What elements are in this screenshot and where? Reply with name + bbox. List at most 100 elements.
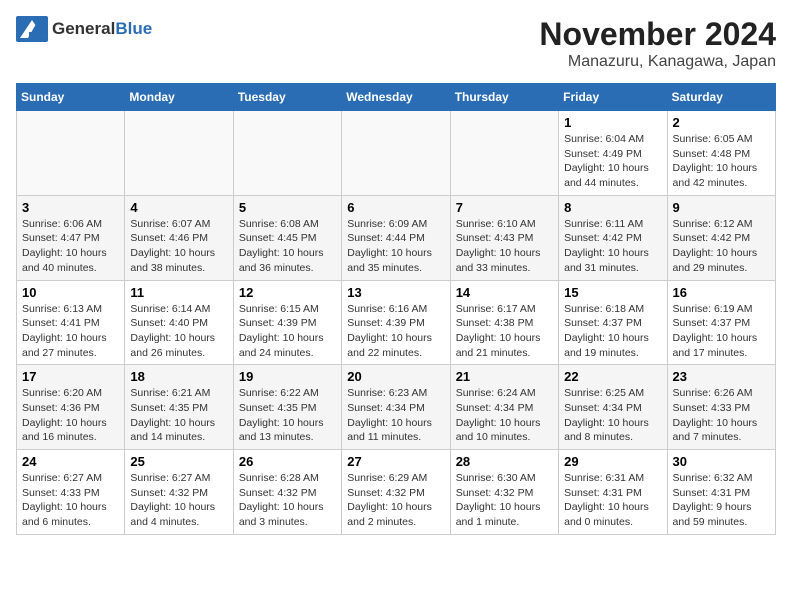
day-number: 3 [22, 200, 119, 215]
day-number: 22 [564, 369, 661, 384]
day-info: Sunrise: 6:28 AM Sunset: 4:32 PM Dayligh… [239, 471, 336, 530]
day-cell [450, 111, 558, 196]
day-cell [17, 111, 125, 196]
day-number: 29 [564, 454, 661, 469]
day-number: 19 [239, 369, 336, 384]
day-number: 11 [130, 285, 227, 300]
day-cell: 13 Sunrise: 6:16 AM Sunset: 4:39 PM Dayli… [342, 280, 450, 365]
day-cell: 14 Sunrise: 6:17 AM Sunset: 4:38 PM Dayli… [450, 280, 558, 365]
week-row-0: 1Sunrise: 6:04 AM Sunset: 4:49 PM Daylig… [17, 111, 776, 196]
day-number: 10 [22, 285, 119, 300]
week-row-4: 24 Sunrise: 6:27 AM Sunset: 4:33 PM Dayli… [17, 450, 776, 535]
day-info: Sunrise: 6:07 AM Sunset: 4:46 PM Dayligh… [130, 217, 227, 276]
day-number: 6 [347, 200, 444, 215]
day-number: 30 [673, 454, 770, 469]
day-number: 23 [673, 369, 770, 384]
day-cell: 24 Sunrise: 6:27 AM Sunset: 4:33 PM Dayli… [17, 450, 125, 535]
day-cell: 7 Sunrise: 6:10 AM Sunset: 4:43 PM Daylig… [450, 195, 558, 280]
header: GeneralBlue November 2024 Manazuru, Kana… [16, 16, 776, 71]
header-cell-saturday: Saturday [667, 84, 775, 111]
day-info: Sunrise: 6:14 AM Sunset: 4:40 PM Dayligh… [130, 302, 227, 361]
day-number: 7 [456, 200, 553, 215]
day-number: 28 [456, 454, 553, 469]
day-info: Sunrise: 6:29 AM Sunset: 4:32 PM Dayligh… [347, 471, 444, 530]
day-cell [125, 111, 233, 196]
day-cell: 21 Sunrise: 6:24 AM Sunset: 4:34 PM Dayli… [450, 365, 558, 450]
day-cell: 9 Sunrise: 6:12 AM Sunset: 4:42 PM Daylig… [667, 195, 775, 280]
day-number: 14 [456, 285, 553, 300]
day-number: 13 [347, 285, 444, 300]
logo-icon [16, 16, 48, 42]
day-cell: 29Sunrise: 6:31 AM Sunset: 4:31 PM Dayli… [559, 450, 667, 535]
day-cell: 18 Sunrise: 6:21 AM Sunset: 4:35 PM Dayli… [125, 365, 233, 450]
day-info: Sunrise: 6:27 AM Sunset: 4:33 PM Dayligh… [22, 471, 119, 530]
day-number: 26 [239, 454, 336, 469]
header-cell-friday: Friday [559, 84, 667, 111]
day-info: Sunrise: 6:06 AM Sunset: 4:47 PM Dayligh… [22, 217, 119, 276]
day-cell: 27Sunrise: 6:29 AM Sunset: 4:32 PM Dayli… [342, 450, 450, 535]
day-info: Sunrise: 6:21 AM Sunset: 4:35 PM Dayligh… [130, 386, 227, 445]
day-cell: 20 Sunrise: 6:23 AM Sunset: 4:34 PM Dayli… [342, 365, 450, 450]
day-number: 20 [347, 369, 444, 384]
day-cell: 11 Sunrise: 6:14 AM Sunset: 4:40 PM Dayli… [125, 280, 233, 365]
day-info: Sunrise: 6:13 AM Sunset: 4:41 PM Dayligh… [22, 302, 119, 361]
day-info: Sunrise: 6:09 AM Sunset: 4:44 PM Dayligh… [347, 217, 444, 276]
day-cell: 5 Sunrise: 6:08 AM Sunset: 4:45 PM Daylig… [233, 195, 341, 280]
day-info: Sunrise: 6:25 AM Sunset: 4:34 PM Dayligh… [564, 386, 661, 445]
header-cell-thursday: Thursday [450, 84, 558, 111]
day-cell: 2Sunrise: 6:05 AM Sunset: 4:48 PM Daylig… [667, 111, 775, 196]
day-info: Sunrise: 6:32 AM Sunset: 4:31 PM Dayligh… [673, 471, 770, 530]
day-info: Sunrise: 6:20 AM Sunset: 4:36 PM Dayligh… [22, 386, 119, 445]
day-cell: 26 Sunrise: 6:28 AM Sunset: 4:32 PM Dayli… [233, 450, 341, 535]
day-cell: 25 Sunrise: 6:27 AM Sunset: 4:32 PM Dayli… [125, 450, 233, 535]
day-number: 5 [239, 200, 336, 215]
day-number: 25 [130, 454, 227, 469]
day-number: 1 [564, 115, 661, 130]
week-row-2: 10 Sunrise: 6:13 AM Sunset: 4:41 PM Dayli… [17, 280, 776, 365]
day-cell: 23 Sunrise: 6:26 AM Sunset: 4:33 PM Dayli… [667, 365, 775, 450]
day-number: 9 [673, 200, 770, 215]
day-info: Sunrise: 6:15 AM Sunset: 4:39 PM Dayligh… [239, 302, 336, 361]
day-number: 8 [564, 200, 661, 215]
day-number: 24 [22, 454, 119, 469]
logo-blue: Blue [115, 19, 152, 38]
day-cell [233, 111, 341, 196]
day-number: 12 [239, 285, 336, 300]
day-info: Sunrise: 6:17 AM Sunset: 4:38 PM Dayligh… [456, 302, 553, 361]
day-cell: 10 Sunrise: 6:13 AM Sunset: 4:41 PM Dayli… [17, 280, 125, 365]
day-info: Sunrise: 6:26 AM Sunset: 4:33 PM Dayligh… [673, 386, 770, 445]
day-info: Sunrise: 6:24 AM Sunset: 4:34 PM Dayligh… [456, 386, 553, 445]
day-cell: 19 Sunrise: 6:22 AM Sunset: 4:35 PM Dayli… [233, 365, 341, 450]
calendar-title: November 2024 [539, 16, 776, 53]
day-info: Sunrise: 6:19 AM Sunset: 4:37 PM Dayligh… [673, 302, 770, 361]
day-info: Sunrise: 6:10 AM Sunset: 4:43 PM Dayligh… [456, 217, 553, 276]
day-cell: 22 Sunrise: 6:25 AM Sunset: 4:34 PM Dayli… [559, 365, 667, 450]
logo: GeneralBlue [16, 16, 152, 42]
day-cell: 30 Sunrise: 6:32 AM Sunset: 4:31 PM Dayli… [667, 450, 775, 535]
day-info: Sunrise: 6:27 AM Sunset: 4:32 PM Dayligh… [130, 471, 227, 530]
day-cell: 4Sunrise: 6:07 AM Sunset: 4:46 PM Daylig… [125, 195, 233, 280]
day-info: Sunrise: 6:08 AM Sunset: 4:45 PM Dayligh… [239, 217, 336, 276]
day-info: Sunrise: 6:23 AM Sunset: 4:34 PM Dayligh… [347, 386, 444, 445]
day-number: 18 [130, 369, 227, 384]
header-row: SundayMondayTuesdayWednesdayThursdayFrid… [17, 84, 776, 111]
day-cell: 15Sunrise: 6:18 AM Sunset: 4:37 PM Dayli… [559, 280, 667, 365]
day-cell: 3 Sunrise: 6:06 AM Sunset: 4:47 PM Daylig… [17, 195, 125, 280]
day-info: Sunrise: 6:22 AM Sunset: 4:35 PM Dayligh… [239, 386, 336, 445]
day-info: Sunrise: 6:12 AM Sunset: 4:42 PM Dayligh… [673, 217, 770, 276]
day-info: Sunrise: 6:16 AM Sunset: 4:39 PM Dayligh… [347, 302, 444, 361]
week-row-1: 3 Sunrise: 6:06 AM Sunset: 4:47 PM Daylig… [17, 195, 776, 280]
calendar-subtitle: Manazuru, Kanagawa, Japan [539, 53, 776, 71]
header-cell-monday: Monday [125, 84, 233, 111]
week-row-3: 17Sunrise: 6:20 AM Sunset: 4:36 PM Dayli… [17, 365, 776, 450]
day-cell: 16Sunrise: 6:19 AM Sunset: 4:37 PM Dayli… [667, 280, 775, 365]
day-info: Sunrise: 6:11 AM Sunset: 4:42 PM Dayligh… [564, 217, 661, 276]
calendar-table: SundayMondayTuesdayWednesdayThursdayFrid… [16, 83, 776, 535]
day-number: 2 [673, 115, 770, 130]
day-info: Sunrise: 6:18 AM Sunset: 4:37 PM Dayligh… [564, 302, 661, 361]
day-cell: 6 Sunrise: 6:09 AM Sunset: 4:44 PM Daylig… [342, 195, 450, 280]
header-cell-wednesday: Wednesday [342, 84, 450, 111]
day-cell [342, 111, 450, 196]
day-cell: 17Sunrise: 6:20 AM Sunset: 4:36 PM Dayli… [17, 365, 125, 450]
day-number: 21 [456, 369, 553, 384]
